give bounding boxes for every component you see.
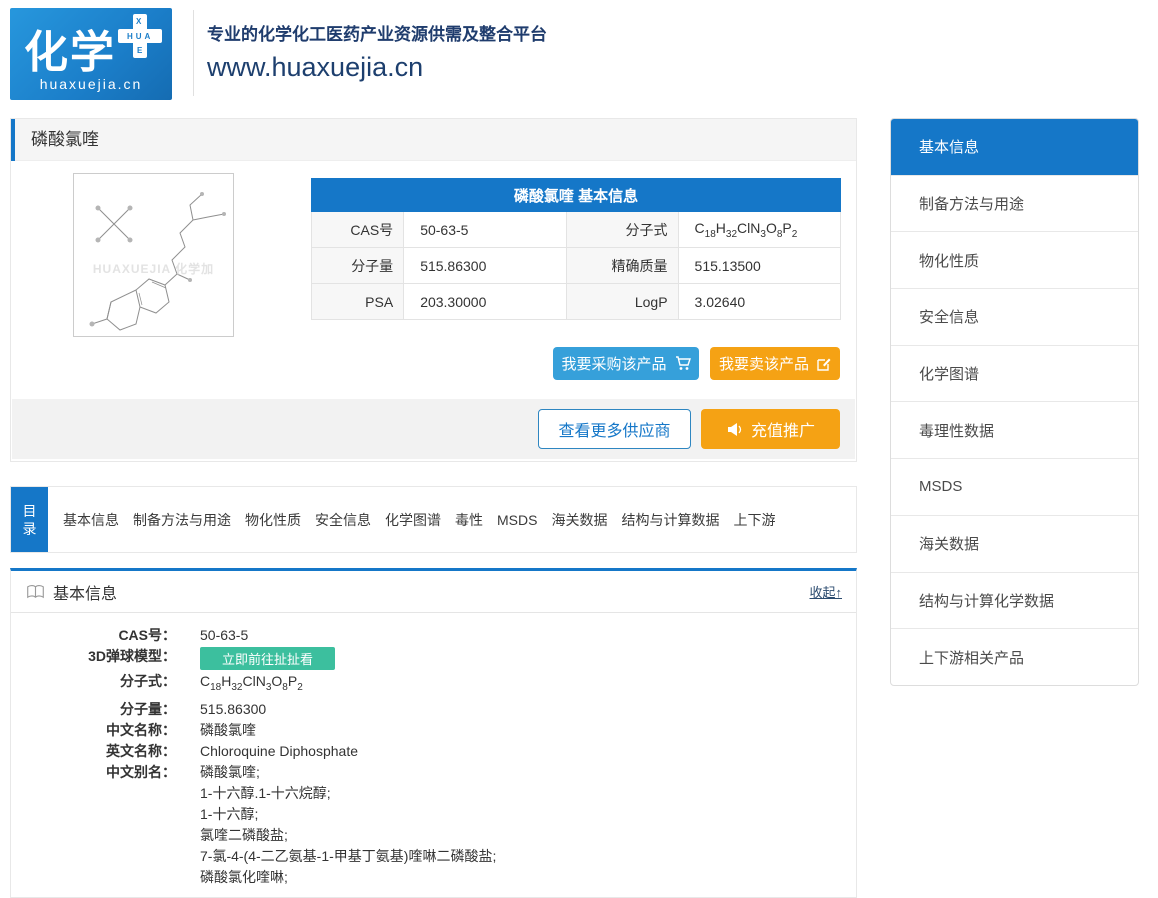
structure-image: HUAXUEJIA 化学加	[73, 173, 234, 337]
megaphone-icon	[726, 422, 743, 437]
site-url[interactable]: www.huaxuejia.cn	[207, 52, 423, 83]
toc-link-updownstream[interactable]: 上下游	[733, 510, 775, 530]
formula-value: C18H32ClN3O8P2	[678, 212, 840, 248]
buy-product-button[interactable]: 我要采购该产品	[553, 347, 699, 380]
cas-label: CAS号	[312, 212, 404, 248]
site-logo[interactable]: 化学 X HUA E huaxuejia.cn	[10, 8, 172, 100]
collapse-link[interactable]: 收起↑	[809, 582, 842, 601]
formula-label: 分子式	[566, 212, 678, 248]
right-sidebar-nav: 基本信息 制备方法与用途 物化性质 安全信息 化学图谱 毒理性数据 MSDS 海…	[890, 118, 1139, 686]
sidebar-item-safety[interactable]: 安全信息	[891, 289, 1138, 346]
product-title: 磷酸氯喹	[11, 119, 856, 161]
logo-domain: huaxuejia.cn	[10, 76, 172, 92]
structure-watermark: HUAXUEJIA 化学加	[74, 260, 233, 277]
sidebar-item-customs[interactable]: 海关数据	[891, 516, 1138, 573]
action-buttons-row: 我要采购该产品 我要卖该产品	[553, 347, 840, 380]
edit-icon	[817, 357, 831, 371]
title-accent-bar	[11, 119, 15, 161]
sidebar-item-updownstream[interactable]: 上下游相关产品	[891, 629, 1138, 686]
logo-plus-icon: X HUA E	[118, 14, 162, 58]
sidebar-item-structure-data[interactable]: 结构与计算化学数据	[891, 573, 1138, 630]
toc-link-customs[interactable]: 海关数据	[551, 510, 607, 530]
basic-info-table: 磷酸氯喹 基本信息 CAS号 50-63-5 分子式 C18H32ClN3O8P…	[311, 178, 841, 320]
detail-row-aliases: 中文别名： 磷酸氯喹; 1-十六醇.1-十六烷醇; 1-十六醇; 氯喹二磷酸盐;…	[11, 762, 856, 888]
logp-label: LogP	[566, 284, 678, 320]
info-table-title: 磷酸氯喹 基本信息	[312, 179, 841, 212]
toc-link-safety[interactable]: 安全信息	[315, 510, 371, 530]
book-icon	[26, 584, 45, 600]
promote-button[interactable]: 充值推广	[701, 409, 840, 449]
detail-list: CAS号： 50-63-5 3D弹球模型： 立即前往扯扯看 分子式： C18H3…	[11, 613, 856, 888]
header-divider	[193, 10, 194, 96]
view-3d-model-button[interactable]: 立即前往扯扯看	[200, 647, 335, 670]
section-title: 基本信息	[53, 580, 117, 604]
site-header: 化学 X HUA E huaxuejia.cn 专业的化学化工医药产业资源供需及…	[0, 0, 1158, 106]
toc-label-block: 目录	[11, 487, 48, 552]
toc-link-basic-info[interactable]: 基本信息	[63, 510, 119, 530]
sidebar-item-physchem[interactable]: 物化性质	[891, 232, 1138, 289]
logp-value: 3.02640	[678, 284, 840, 320]
more-suppliers-button[interactable]: 查看更多供应商	[538, 409, 691, 449]
cart-icon	[675, 356, 691, 371]
detail-row-cas: CAS号： 50-63-5	[11, 625, 856, 645]
toc-link-msds[interactable]: MSDS	[497, 512, 537, 528]
logo-title: 化学	[24, 16, 116, 80]
detail-row-formula: 分子式： C18H32ClN3O8P2	[11, 671, 856, 698]
detail-row-en-name: 英文名称： Chloroquine Diphosphate	[11, 741, 856, 761]
toc-link-preparation[interactable]: 制备方法与用途	[133, 510, 231, 530]
mw-label: 分子量	[312, 248, 404, 284]
detail-row-cn-name: 中文名称： 磷酸氯喹	[11, 720, 856, 740]
product-card: 磷酸氯喹	[10, 118, 857, 462]
sidebar-item-basic-info[interactable]: 基本信息	[891, 119, 1138, 176]
basic-info-section: 基本信息 收起↑ CAS号： 50-63-5 3D弹球模型： 立即前往扯扯看 分…	[10, 568, 857, 898]
basic-info-header: 基本信息 收起↑	[11, 571, 856, 613]
psa-value: 203.30000	[404, 284, 566, 320]
supplier-strip: 查看更多供应商 充值推广	[12, 399, 855, 459]
sidebar-item-preparation[interactable]: 制备方法与用途	[891, 176, 1138, 233]
alias-lines: 磷酸氯喹; 1-十六醇.1-十六烷醇; 1-十六醇; 氯喹二磷酸盐; 7-氯-4…	[176, 762, 496, 888]
toc-link-spectra[interactable]: 化学图谱	[385, 510, 441, 530]
site-tagline: 专业的化学化工医药产业资源供需及整合平台	[207, 20, 547, 45]
toc-card: 目录 基本信息 制备方法与用途 物化性质 安全信息 化学图谱 毒性 MSDS 海…	[10, 486, 857, 553]
molecule-drawing	[74, 174, 233, 336]
product-title-bar: 磷酸氯喹	[11, 119, 856, 161]
toc-links: 基本信息 制备方法与用途 物化性质 安全信息 化学图谱 毒性 MSDS 海关数据…	[63, 487, 846, 552]
toc-link-structure-data[interactable]: 结构与计算数据	[621, 510, 719, 530]
sidebar-item-toxicity[interactable]: 毒理性数据	[891, 402, 1138, 459]
cas-value: 50-63-5	[404, 212, 566, 248]
mw-value: 515.86300	[404, 248, 566, 284]
exact-mass-label: 精确质量	[566, 248, 678, 284]
sidebar-item-msds[interactable]: MSDS	[891, 459, 1138, 516]
toc-link-physchem[interactable]: 物化性质	[245, 510, 301, 530]
detail-row-3d-model: 3D弹球模型： 立即前往扯扯看	[11, 646, 856, 670]
toc-link-toxicity[interactable]: 毒性	[455, 510, 483, 530]
sidebar-item-spectra[interactable]: 化学图谱	[891, 346, 1138, 403]
sell-product-button[interactable]: 我要卖该产品	[710, 347, 840, 380]
exact-mass-value: 515.13500	[678, 248, 840, 284]
detail-row-mw: 分子量： 515.86300	[11, 699, 856, 719]
psa-label: PSA	[312, 284, 404, 320]
